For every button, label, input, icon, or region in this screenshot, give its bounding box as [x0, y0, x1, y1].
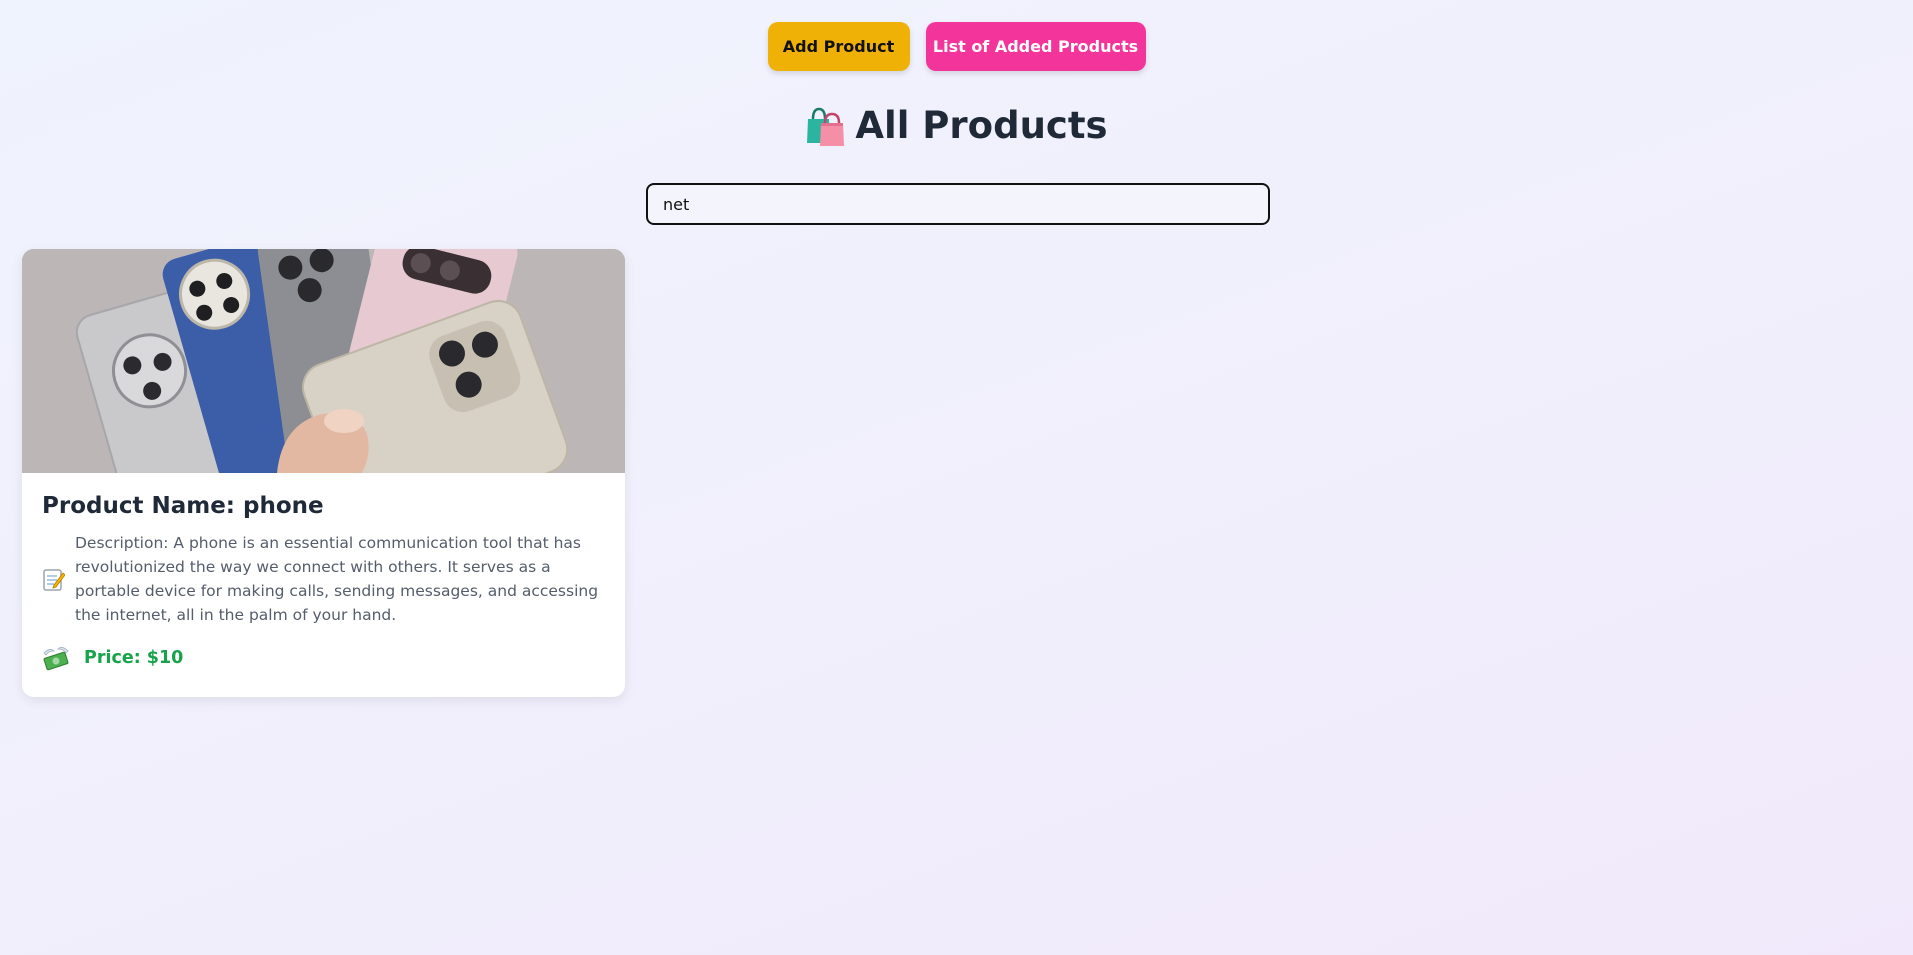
top-actions: Add Product List of Added Products	[0, 22, 1913, 71]
add-product-button[interactable]: Add Product	[767, 22, 910, 71]
search-input[interactable]	[646, 183, 1270, 225]
product-price: Price: $10	[84, 648, 184, 668]
page-title: All Products	[855, 104, 1108, 147]
product-card[interactable]: Product Name: phone Description: A phone…	[22, 249, 625, 697]
money-with-wings-icon	[43, 647, 69, 671]
shopping-bags-icon	[807, 107, 845, 146]
list-products-button[interactable]: List of Added Products	[925, 22, 1146, 71]
memo-icon	[43, 569, 65, 591]
price-row: Price: $10	[42, 645, 605, 671]
product-image	[22, 249, 625, 473]
product-description: Description: A phone is an essential com…	[75, 534, 599, 624]
product-name: Product Name: phone	[42, 493, 324, 519]
page-title-row: All Products	[0, 104, 1913, 147]
description-row: Description: A phone is an essential com…	[42, 531, 605, 627]
